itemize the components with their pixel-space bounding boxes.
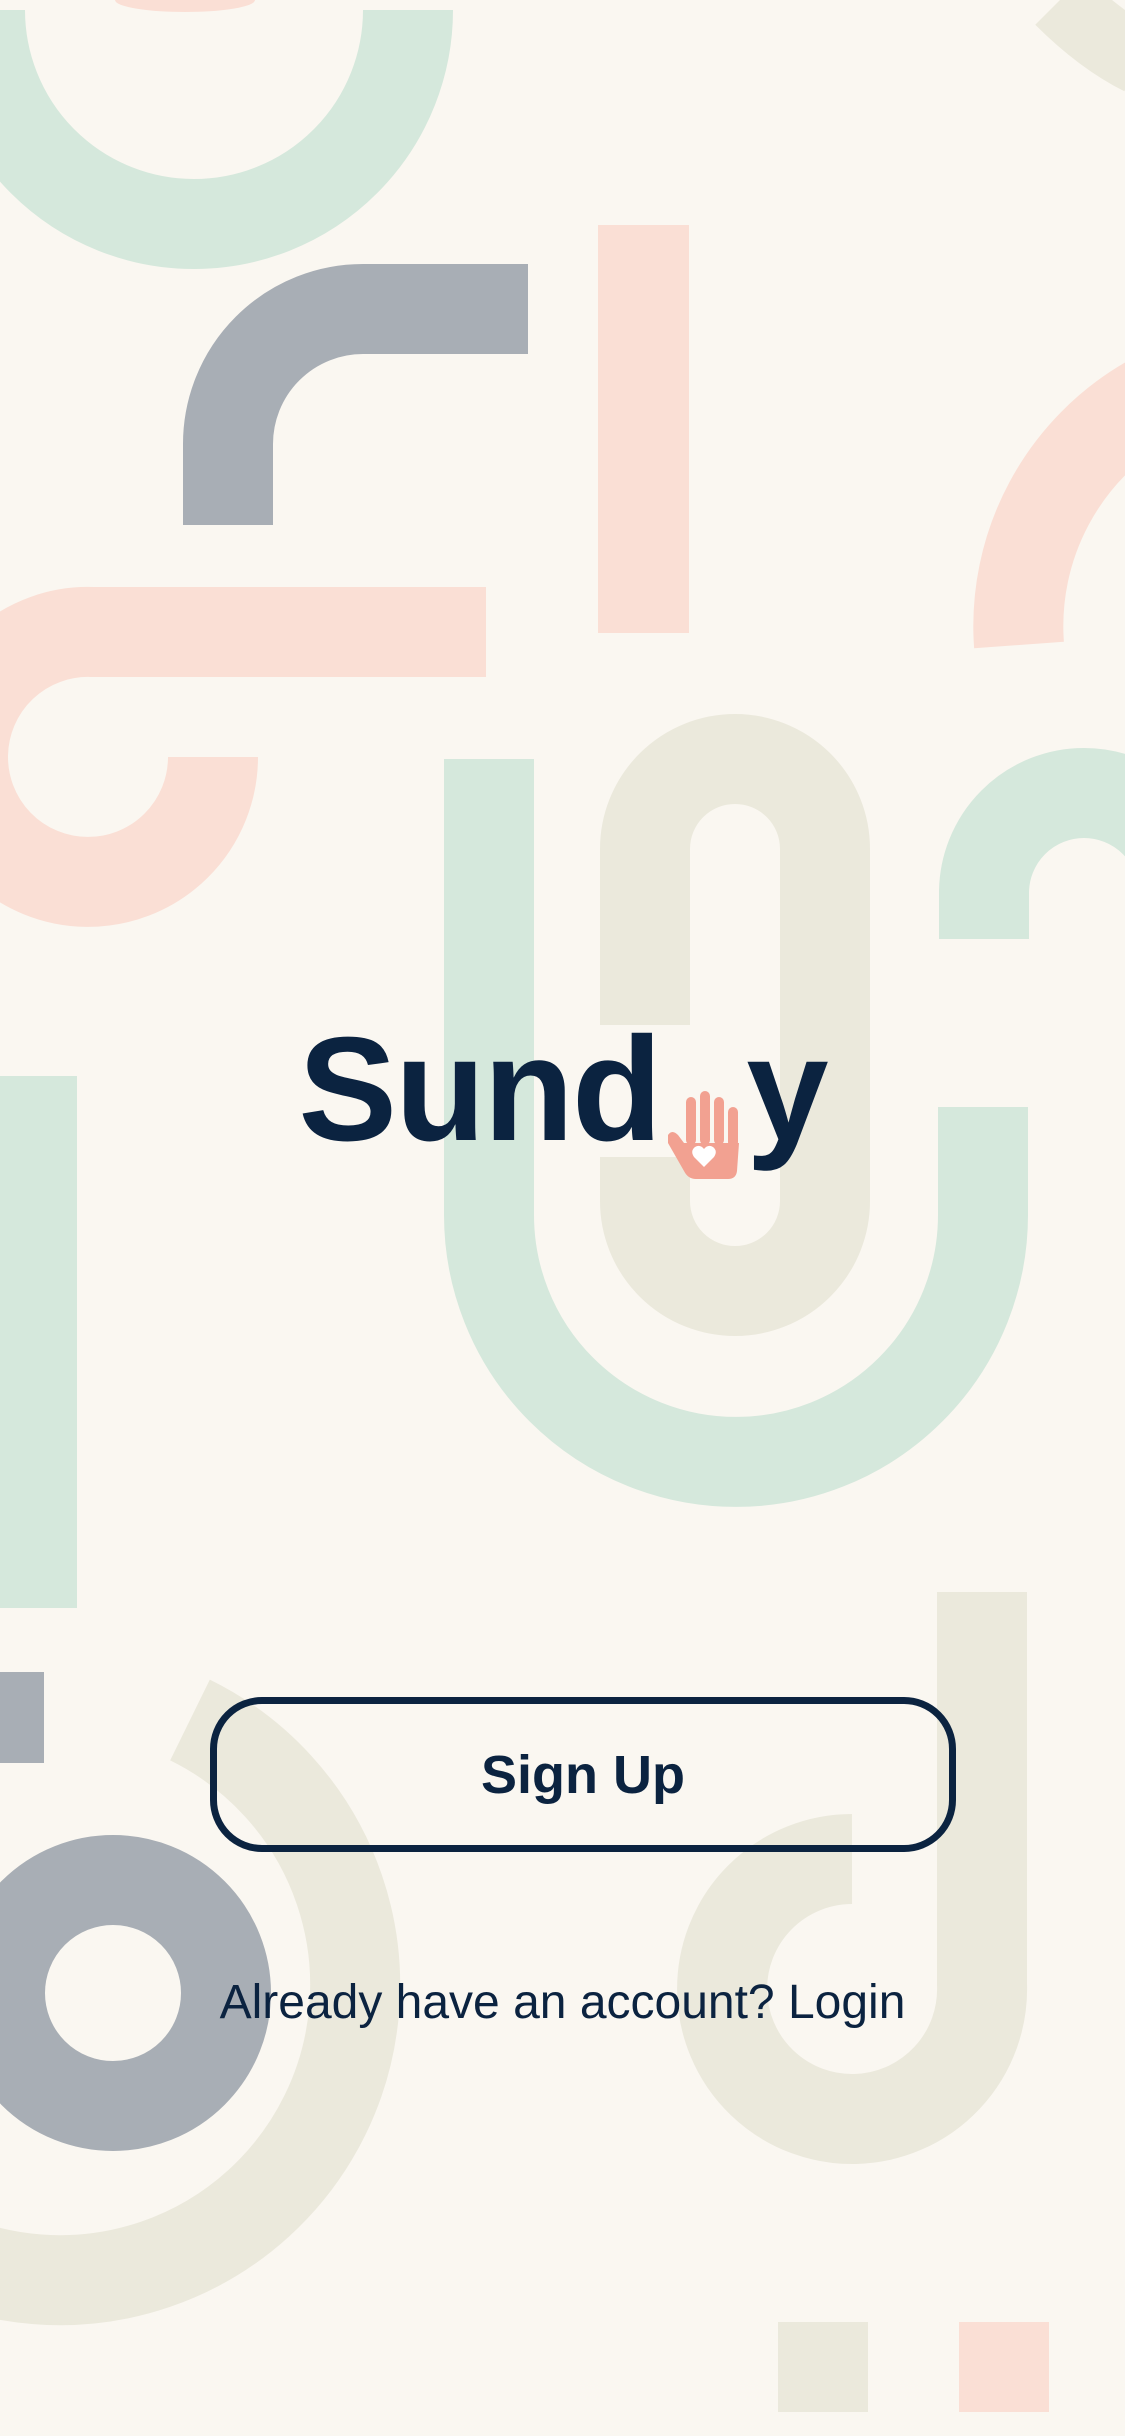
- mint-arc-top-left: [0, 9, 453, 269]
- login-prompt-row: Already have an account? Login: [0, 1975, 1125, 2030]
- mint-arch-right: [939, 748, 1125, 939]
- sign-up-button[interactable]: Sign Up: [210, 1697, 956, 1852]
- brand-name-right: y: [746, 1007, 828, 1172]
- sand-hook-right: [677, 1592, 1028, 2164]
- peach-arc-right: [973, 362, 1125, 649]
- brand-name-left: Sund: [298, 1007, 662, 1172]
- peach-loop: [0, 586, 486, 927]
- slate-hook: [183, 264, 528, 525]
- decorative-background: [0, 0, 1125, 2412]
- login-prompt-text: Already have an account?: [219, 1976, 788, 2029]
- brand-logo: Sund y: [0, 1007, 1125, 1179]
- slate-square: [0, 1672, 44, 1763]
- peach-bar: [598, 225, 689, 633]
- sand-square-bottom: [778, 2322, 868, 2412]
- peach-square-bottom: [959, 2322, 1049, 2412]
- sign-up-label: Sign Up: [481, 1744, 685, 1805]
- hand-heart-icon: [664, 1056, 744, 1179]
- login-link[interactable]: Login: [788, 1976, 905, 2029]
- peach-blob-top: [115, 0, 255, 12]
- sand-arc-top-right: [1035, 0, 1125, 92]
